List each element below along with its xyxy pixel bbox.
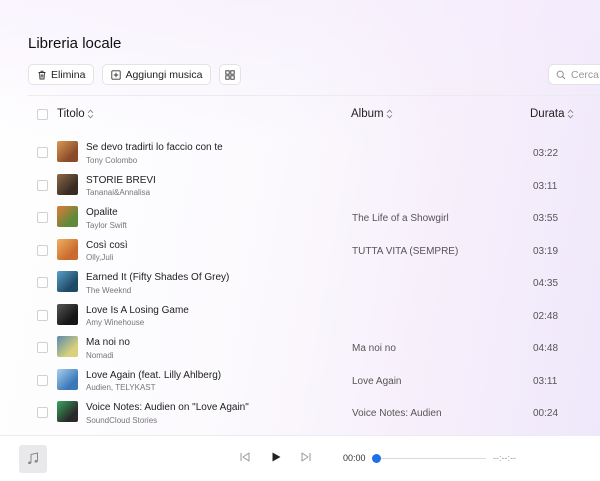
track-duration: 03:11 — [533, 375, 558, 387]
search-icon — [556, 70, 566, 80]
skip-next-icon — [300, 451, 312, 463]
view-toggle-button[interactable] — [219, 64, 242, 85]
track-title: Earned It (Fifty Shades Of Grey) — [86, 272, 230, 283]
current-time: 00:00 — [343, 453, 366, 463]
column-duration-label: Durata — [530, 108, 565, 120]
album-cover — [57, 368, 78, 390]
total-time: --:--:-- — [493, 453, 516, 463]
track-artist: Tony Colombo — [86, 155, 138, 165]
row-checkbox[interactable] — [37, 342, 48, 353]
track-duration: 02:48 — [533, 310, 559, 322]
track-duration: 03:19 — [533, 245, 559, 257]
previous-button[interactable] — [239, 451, 251, 463]
track-duration: 03:22 — [533, 148, 559, 159]
track-title: Love Again (feat. Lilly Ahlberg) — [86, 369, 222, 381]
grid-icon — [225, 69, 236, 80]
column-title-label: Titolo — [57, 108, 85, 120]
play-button[interactable] — [270, 451, 282, 463]
track-title: Love Is A Losing Game — [86, 304, 189, 316]
toolbar-divider — [28, 95, 600, 96]
add-music-button[interactable]: Aggiungi musica — [102, 64, 212, 85]
row-checkbox[interactable] — [37, 277, 48, 288]
track-artist: Nomadi — [86, 350, 114, 360]
track-album[interactable]: The Life of a Showgirl — [352, 213, 449, 224]
sort-icon — [567, 109, 574, 119]
progress-slider[interactable] — [376, 458, 486, 459]
toolbar: Elimina Aggiungi musica — [28, 64, 242, 85]
player-bar: 00:00 --:--:-- — [0, 435, 600, 481]
trash-icon — [37, 70, 47, 80]
add-square-icon — [111, 69, 122, 80]
track-artist: The Weeknd — [86, 285, 132, 295]
track-title: Voice Notes: Audien on "Love Again" — [86, 402, 249, 413]
album-cover — [57, 206, 78, 227]
add-music-button-label: Aggiungi musica — [125, 68, 203, 81]
sort-icon — [87, 109, 94, 119]
track-duration: 00:24 — [533, 408, 559, 419]
row-checkbox[interactable] — [37, 407, 48, 418]
track-artist: SoundCloud Stories — [86, 415, 158, 425]
select-all-checkbox[interactable] — [37, 109, 48, 120]
search-box[interactable] — [548, 64, 600, 85]
table-row[interactable]: Love Is A Losing Game Amy Winehouse 02:48 — [0, 299, 600, 331]
table-header: Titolo Album Durata — [0, 105, 600, 125]
album-cover — [57, 141, 78, 162]
next-button[interactable] — [300, 451, 312, 463]
track-duration: 04:48 — [533, 343, 559, 354]
skip-previous-icon — [239, 451, 251, 463]
row-checkbox[interactable] — [37, 309, 48, 321]
table-row[interactable]: Così così Olly,Juli TUTTA VITA (SEMPRE) 03:… — [0, 234, 600, 266]
table-row[interactable]: STORIE BREVI Tananai&Annalisa 03:11 — [0, 169, 600, 201]
track-artist: Amy Winehouse — [86, 318, 145, 327]
track-album[interactable]: Voice Notes: Audien — [352, 408, 442, 419]
album-cover — [57, 173, 78, 195]
delete-button[interactable]: Elimina — [28, 64, 95, 85]
column-header-duration[interactable]: Durata — [530, 108, 574, 120]
music-note-icon — [26, 452, 40, 466]
track-album[interactable]: TUTTA VITA (SEMPRE) — [352, 246, 458, 257]
table-row[interactable]: Voice Notes: Audien on "Love Again" Sound… — [0, 396, 600, 428]
track-title: Ma noi no — [86, 337, 130, 348]
column-header-title[interactable]: Titolo — [57, 108, 94, 120]
track-album[interactable]: Love Again — [352, 376, 402, 387]
table-row[interactable]: Earned It (Fifty Shades Of Grey) The Week… — [0, 266, 600, 298]
row-checkbox[interactable] — [37, 212, 48, 223]
column-album-label: Album — [351, 108, 384, 120]
track-duration: 03:55 — [533, 213, 559, 224]
track-artist: Tananai&Annalisa — [86, 188, 151, 197]
track-title: Se devo tradirti lo faccio con te — [86, 142, 223, 153]
table-row[interactable]: Se devo tradirti lo faccio con te Tony Co… — [0, 136, 600, 168]
search-input[interactable] — [571, 68, 600, 81]
track-artist: Audien, TELYKAST — [86, 383, 156, 392]
track-duration: 04:35 — [533, 278, 559, 289]
row-checkbox[interactable] — [37, 147, 48, 158]
track-artist: Taylor Swift — [86, 220, 127, 230]
table-row[interactable]: Love Again (feat. Lilly Ahlberg) Audien, … — [0, 364, 600, 396]
track-title: STORIE BREVI — [86, 174, 156, 186]
page-title: Libreria locale — [28, 35, 122, 52]
album-cover — [57, 401, 78, 422]
progress-handle[interactable] — [372, 454, 381, 463]
album-cover — [57, 238, 78, 260]
album-cover — [57, 303, 78, 325]
album-cover — [57, 336, 78, 357]
delete-button-label: Elimina — [51, 68, 86, 81]
table-row[interactable]: Opalite Taylor Swift The Life of a Showgir… — [0, 201, 600, 233]
track-title: Così così — [86, 239, 128, 251]
track-duration: 03:11 — [533, 180, 558, 192]
table-row[interactable]: Ma noi no Nomadi Ma noi no 04:48 — [0, 331, 600, 363]
play-icon — [270, 451, 282, 463]
track-album[interactable]: Ma noi no — [352, 343, 396, 354]
row-checkbox[interactable] — [37, 374, 48, 386]
column-header-album[interactable]: Album — [351, 108, 393, 120]
sort-icon — [386, 109, 393, 119]
row-checkbox[interactable] — [37, 179, 48, 191]
album-cover — [57, 271, 78, 292]
row-checkbox[interactable] — [37, 244, 48, 256]
track-title: Opalite — [86, 207, 118, 218]
track-artist: Olly,Juli — [86, 253, 114, 262]
now-playing-artwork[interactable] — [19, 445, 47, 473]
